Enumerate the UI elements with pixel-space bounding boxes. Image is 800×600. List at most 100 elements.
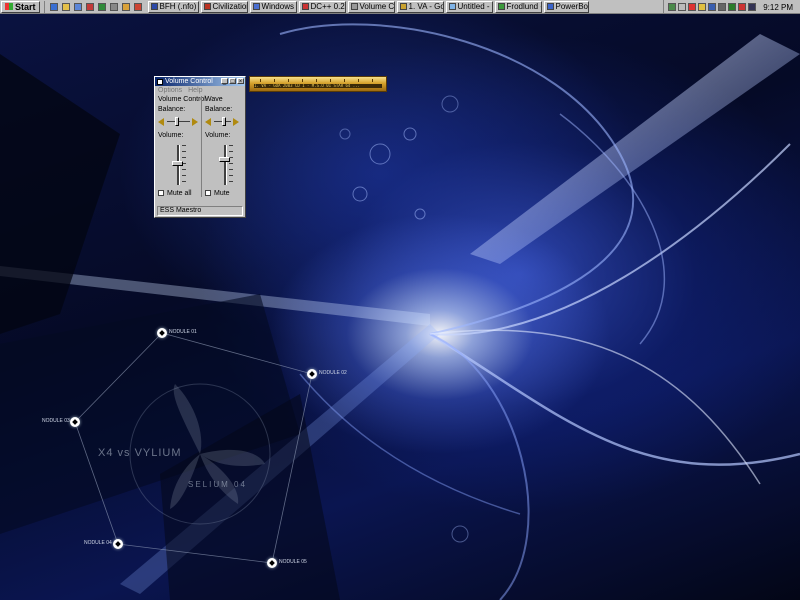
checkbox-icon[interactable] <box>158 190 164 196</box>
menu-bar: Options Help <box>155 86 245 95</box>
show-desktop-icon[interactable] <box>73 2 82 11</box>
network-node: NODULE 03 <box>42 417 80 427</box>
network-node: NODULE 04 <box>84 539 123 549</box>
clock[interactable]: 9:12 PM <box>763 3 793 12</box>
winamp-icon[interactable] <box>97 2 106 11</box>
mute-all-checkbox[interactable]: Mute all <box>158 189 201 197</box>
volume-icon[interactable] <box>678 3 687 11</box>
taskbar: Start BFH (.nfo) - vi... Civilization F.… <box>0 0 800 14</box>
minimize-button[interactable]: _ <box>221 78 228 85</box>
task-label: Untitled - Not... <box>457 2 492 11</box>
balance-slider[interactable] <box>158 116 201 128</box>
quick-launch <box>43 0 144 13</box>
balance-thumb[interactable] <box>175 117 179 126</box>
start-button[interactable]: Start <box>1 0 40 13</box>
task-label: Windows Co... <box>261 2 296 11</box>
volume-label: Volume: <box>205 132 231 139</box>
desktop-wallpaper: X4 vs VYLIUM SELIUM 04 NODULE 01 NODULE … <box>0 14 800 600</box>
speaker-icon <box>157 78 163 85</box>
node-icon <box>157 328 167 338</box>
window-titlebar[interactable]: Volume Control _ □ × <box>155 77 245 86</box>
speaker-icon <box>350 3 358 10</box>
status-bar: ESS Maestro <box>157 206 243 216</box>
node-label: NODULE 02 <box>319 370 347 376</box>
volume-control-window: Volume Control _ □ × Options Help Volume… <box>154 76 246 218</box>
checkbox-icon[interactable] <box>205 190 211 196</box>
messenger-icon[interactable] <box>688 3 697 11</box>
wallpaper-art <box>0 23 800 600</box>
app-icon <box>546 3 554 10</box>
task-button[interactable]: BFH (.nfo) - vi... <box>147 0 199 13</box>
windows-logo-icon <box>5 3 13 10</box>
network-node: NODULE 02 <box>307 369 347 379</box>
task-button[interactable]: DC++ 0.241 ... <box>298 0 346 13</box>
balance-slider[interactable] <box>205 116 242 128</box>
app-icon[interactable] <box>109 2 118 11</box>
speaker-left-icon <box>158 118 164 126</box>
app-icon[interactable] <box>718 3 727 11</box>
player-display: 1. VA - GOA 2003 CD 1 - M.S.O 01 STAR 64… <box>254 84 382 88</box>
column-title: Wave <box>205 96 223 103</box>
volume-slider[interactable] <box>205 143 242 187</box>
speaker-right-icon <box>233 118 239 126</box>
mute-checkbox[interactable]: Mute <box>205 189 242 197</box>
menu-options[interactable]: Options <box>158 87 182 94</box>
outlook-icon[interactable] <box>61 2 70 11</box>
network-icon[interactable] <box>668 3 677 11</box>
window-title: Volume Control <box>165 78 213 85</box>
volume-slider[interactable] <box>158 143 201 187</box>
app-icon[interactable] <box>121 2 130 11</box>
mute-label: Mute all <box>167 189 192 197</box>
mixer-column-master: Volume Control Balance: Volume: Mute all <box>158 96 206 197</box>
start-label: Start <box>15 1 36 12</box>
mute-label: Mute <box>214 189 230 197</box>
task-button[interactable]: 1. VA - Goa ... <box>396 0 444 13</box>
task-list: BFH (.nfo) - vi... Civilization F... Win… <box>147 0 591 13</box>
app-icon[interactable] <box>133 2 142 11</box>
volume-thumb[interactable] <box>172 161 183 166</box>
maximize-button[interactable]: □ <box>229 78 236 85</box>
monitor-icon[interactable] <box>708 3 717 11</box>
volume-label: Volume: <box>158 132 184 139</box>
document-icon <box>150 3 158 10</box>
task-button[interactable]: Untitled - Not... <box>445 0 493 13</box>
node-label: NODULE 01 <box>169 329 197 335</box>
column-title: Volume Control <box>158 96 206 103</box>
balance-label: Balance: <box>205 106 233 113</box>
network-node: NODULE 05 <box>267 558 307 568</box>
antivirus-icon[interactable] <box>698 3 707 11</box>
menu-help[interactable]: Help <box>188 87 202 94</box>
brand-title: X4 vs VYLIUM <box>98 447 182 459</box>
close-button[interactable]: × <box>237 78 244 85</box>
brand-subtitle: SELIUM 04 <box>188 480 247 489</box>
speaker-right-icon <box>192 118 198 126</box>
balance-thumb[interactable] <box>222 117 226 126</box>
system-tray: 9:12 PM <box>663 0 800 14</box>
task-button[interactable]: Windows Co... <box>249 0 297 13</box>
task-label: Volume Control <box>359 2 395 11</box>
task-button[interactable]: Frodlund - IC... <box>494 0 542 13</box>
app-icon <box>301 3 309 10</box>
node-icon <box>70 417 80 427</box>
window-icon <box>252 3 260 10</box>
winamp-icon <box>399 3 407 10</box>
media-icon[interactable] <box>85 2 94 11</box>
app-icon[interactable] <box>748 3 757 11</box>
volume-thumb[interactable] <box>219 157 230 162</box>
task-button[interactable]: PowerBoard ... <box>543 0 589 13</box>
task-label: BFH (.nfo) - vi... <box>159 2 198 11</box>
task-button[interactable]: Civilization F... <box>200 0 248 13</box>
node-icon <box>267 558 277 568</box>
node-label: NODULE 05 <box>279 559 307 565</box>
node-icon <box>307 369 317 379</box>
node-label: NODULE 03 <box>42 418 70 424</box>
task-label: Frodlund - IC... <box>506 2 541 11</box>
network-node: NODULE 01 <box>157 328 197 338</box>
app-icon[interactable] <box>738 3 747 11</box>
app-icon[interactable] <box>728 3 737 11</box>
ie-icon[interactable] <box>49 2 58 11</box>
task-label: 1. VA - Goa ... <box>408 2 443 11</box>
task-label: PowerBoard ... <box>555 2 588 11</box>
task-button[interactable]: Volume Control <box>347 0 395 13</box>
player-windowshade[interactable]: 1. VA - GOA 2003 CD 1 - M.S.O 01 STAR 64… <box>249 76 387 92</box>
